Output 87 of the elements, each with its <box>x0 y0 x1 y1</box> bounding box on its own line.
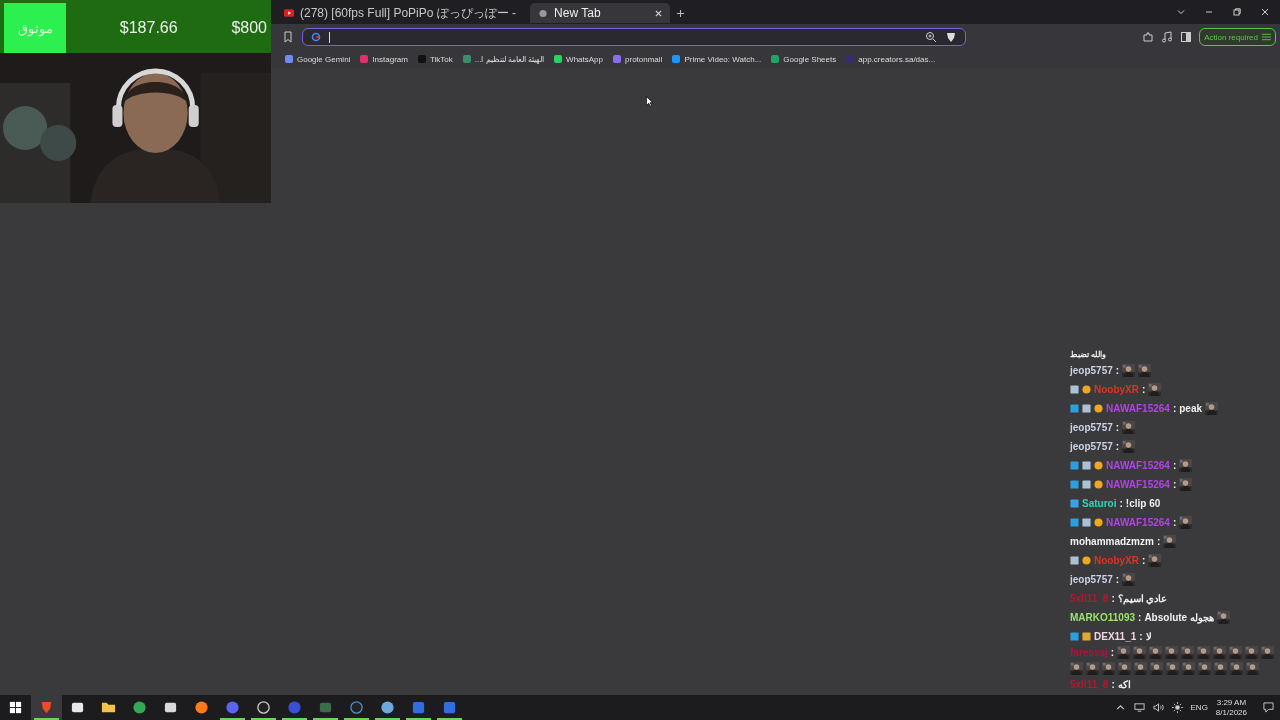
hammer-badge-icon <box>1070 632 1079 641</box>
g-logo-icon <box>311 32 321 42</box>
play-icon <box>284 8 294 18</box>
chat-username[interactable]: mohammadzmzm <box>1070 536 1154 547</box>
chat-separator: : <box>1115 574 1120 585</box>
close-icon[interactable] <box>655 9 663 17</box>
close-icon[interactable] <box>1260 7 1270 17</box>
chat-text: والله تضبط <box>1070 349 1107 359</box>
shield-icon[interactable] <box>945 31 957 43</box>
clock[interactable]: 3:29 AM 8/1/2026 <box>1215 697 1247 718</box>
coin-badge-icon <box>1094 518 1103 527</box>
grid-badge-icon <box>1070 556 1079 565</box>
sun-icon[interactable] <box>1171 702 1183 713</box>
chat-text: عادي اسيم؟ <box>1117 593 1168 604</box>
mouse-cursor-icon <box>646 96 653 107</box>
chat-username[interactable]: jeop5757 <box>1070 422 1113 433</box>
chat-username[interactable]: DEX11_1 <box>1094 631 1137 642</box>
chat-username[interactable]: Saturoi <box>1082 498 1117 509</box>
bookmark-item[interactable]: Google Gemini <box>282 54 354 64</box>
chat-username[interactable]: jeop5757 <box>1070 574 1113 585</box>
monitor-icon[interactable] <box>1133 702 1145 713</box>
chat-text: !clip 60 <box>1125 498 1161 509</box>
chat-separator: : <box>1111 679 1115 690</box>
coin-badge-icon <box>1094 480 1103 489</box>
cube-badge-icon <box>1070 499 1079 508</box>
chat-username[interactable]: jeop5757 <box>1070 441 1113 452</box>
bookmark-item[interactable]: WhatsApp <box>551 54 606 64</box>
chat-separator: : <box>1110 647 1115 658</box>
chevron-down-icon[interactable] <box>1176 7 1186 17</box>
hammer-badge-icon <box>1070 404 1079 413</box>
grid-badge-icon <box>1070 385 1079 394</box>
chat-separator: : <box>1139 631 1143 642</box>
coin-badge-icon <box>1094 404 1103 413</box>
chat-text: لا <box>1145 631 1152 642</box>
coin-badge-icon <box>1082 556 1091 565</box>
taskbar-app-icon[interactable] <box>31 695 62 720</box>
bookmark-item[interactable]: app.creators.sa/das... <box>843 54 939 64</box>
notification-icon[interactable] <box>1263 702 1274 713</box>
chat-separator: : <box>1111 593 1115 604</box>
crown-badge-icon <box>1082 632 1091 641</box>
hammer-badge-icon <box>1070 518 1079 527</box>
restore-icon[interactable] <box>1232 7 1242 17</box>
browser-tab[interactable]: New Tab <box>530 3 671 23</box>
chat-username[interactable]: jeop5757 <box>1070 365 1113 376</box>
bookmark-item[interactable]: protonmail <box>610 54 666 64</box>
chat-separator: : <box>1172 517 1177 528</box>
coin-badge-icon <box>1094 461 1103 470</box>
chat-separator: : <box>1142 384 1146 395</box>
menu-icon <box>1262 33 1271 41</box>
chat-separator: : <box>1172 403 1177 414</box>
chat-separator: : <box>1119 498 1123 509</box>
coin-badge-icon <box>1082 385 1091 394</box>
grid-badge-icon <box>1082 480 1091 489</box>
chat-text: Absolute هجوله <box>1144 612 1214 623</box>
chat-separator: : <box>1115 441 1120 452</box>
bookmark-item[interactable]: Instagram <box>357 54 411 64</box>
music-note-icon[interactable] <box>1161 31 1174 43</box>
bookmark-item[interactable]: TikTok <box>414 54 456 64</box>
sidebar-icon[interactable] <box>1180 31 1193 43</box>
hammer-badge-icon <box>1070 480 1079 489</box>
chat-separator: : <box>1115 422 1120 433</box>
action-required-button[interactable]: Action required <box>1199 28 1276 46</box>
chat-username[interactable]: MARKO11093 <box>1070 612 1136 623</box>
donation-goal: $800 <box>231 19 268 37</box>
hammer-badge-icon <box>1070 461 1079 470</box>
grid-badge-icon <box>1082 461 1091 470</box>
bookmark-item[interactable]: Prime Video: Watch... <box>669 54 765 64</box>
grid-badge-icon <box>1082 404 1091 413</box>
chat-separator: : <box>1156 536 1161 547</box>
chat-text: اكه <box>1117 679 1131 690</box>
bookmark-item[interactable]: Google Sheets <box>768 54 840 64</box>
chat-text: peak <box>1179 403 1203 414</box>
zoom-in-icon[interactable] <box>925 31 937 43</box>
bookmark-item[interactable]: الهيئة العامة لتنظيم ا... <box>459 54 548 64</box>
verified-badge: موثوق <box>4 3 66 53</box>
chat-separator: : <box>1142 555 1146 566</box>
bookmark-icon[interactable] <box>282 31 294 43</box>
chat-separator: : <box>1138 612 1142 623</box>
new-tab-icon[interactable] <box>676 8 686 18</box>
chat-separator: : <box>1172 460 1177 471</box>
donation-amount: $187.66 <box>118 19 179 37</box>
chat-separator: : <box>1115 365 1120 376</box>
chat-separator: : <box>1172 479 1177 490</box>
speaker-icon[interactable] <box>1152 702 1164 713</box>
grid-badge-icon <box>1082 518 1091 527</box>
browser-tab[interactable]: (278) [60fps Full] PoPiPo ぽっぴっぽー - <box>276 3 525 23</box>
language-indicator[interactable]: ENG <box>1190 703 1208 712</box>
